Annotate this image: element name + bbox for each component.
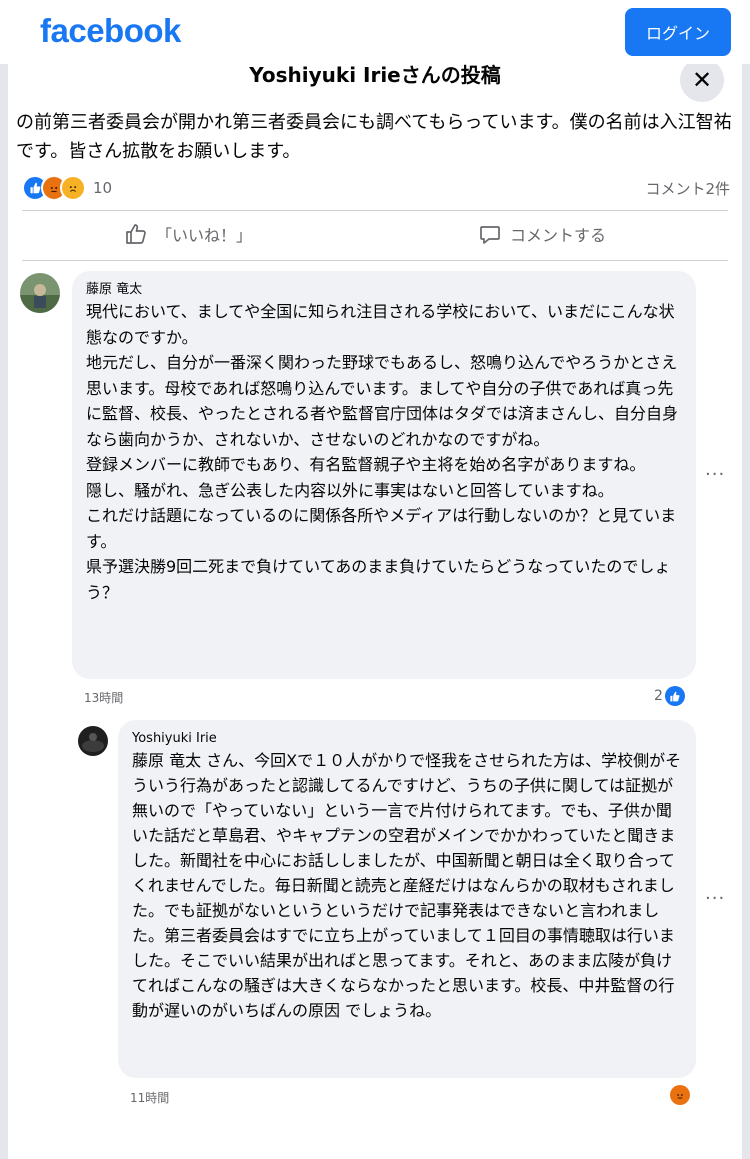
- comment-reaction-summary[interactable]: 2: [654, 686, 685, 706]
- divider: [22, 210, 728, 211]
- facebook-logo[interactable]: facebook: [40, 12, 181, 50]
- comment-timestamp[interactable]: 11時間: [130, 1089, 169, 1106]
- login-button[interactable]: ログイン: [625, 8, 731, 56]
- close-button[interactable]: ✕: [680, 64, 724, 102]
- comment-reaction-summary[interactable]: [668, 1085, 690, 1105]
- comment-label: コメントする: [510, 226, 607, 245]
- reaction-summary[interactable]: 10: [22, 175, 112, 201]
- post-body-text: の前第三者委員会が開かれ第三者委員会にも調べてもらっています。僕の名前は入江智祐…: [16, 112, 732, 162]
- comment-bubble: Yoshiyuki Irie 藤原 竜太 さん、今回Xで１０人がかりで怪我をさせ…: [118, 720, 696, 1078]
- post-modal: Yoshiyuki Irieさんの投稿 ✕ の前第三者委員会が開かれ第三者委員会…: [8, 64, 742, 1159]
- comment-bubble: 藤原 竜太 現代において、ましてや全国に知られ注目される学校において、いまだにこ…: [72, 271, 696, 679]
- like-label: 「いいね！」: [156, 226, 253, 245]
- comment-reaction-count: 2: [654, 688, 663, 704]
- angry-icon: [670, 1085, 690, 1105]
- comment-button[interactable]: コメントする: [478, 216, 606, 252]
- more-options-icon[interactable]: ···: [705, 888, 725, 909]
- like-icon: [664, 686, 685, 706]
- more-options-icon[interactable]: ···: [705, 464, 725, 485]
- modal-title: Yoshiyuki Irieさんの投稿: [249, 64, 501, 87]
- comment-count-link[interactable]: コメント2件: [645, 178, 730, 199]
- comment-author[interactable]: Yoshiyuki Irie: [132, 730, 682, 748]
- comment-author[interactable]: 藤原 竜太: [86, 281, 682, 299]
- top-bar: facebook ログイン: [0, 0, 750, 64]
- comment-text: 現代において、ましてや全国に知られ注目される学校において、いまだにこんな状態なの…: [86, 302, 679, 602]
- avatar[interactable]: [78, 726, 108, 756]
- comment-icon: [480, 226, 500, 244]
- close-icon: ✕: [691, 66, 713, 94]
- avatar[interactable]: [20, 273, 60, 313]
- sad-icon: [60, 175, 86, 201]
- like-button[interactable]: 「いいね！」: [124, 216, 252, 252]
- thumbs-up-icon: [126, 224, 146, 244]
- divider: [22, 260, 728, 261]
- comment-timestamp[interactable]: 13時間: [84, 689, 123, 706]
- comment-text: 藤原 竜太 さん、今回Xで１０人がかりで怪我をさせられた方は、学校側がそういう行…: [132, 751, 682, 1020]
- reaction-count: 10: [93, 179, 113, 197]
